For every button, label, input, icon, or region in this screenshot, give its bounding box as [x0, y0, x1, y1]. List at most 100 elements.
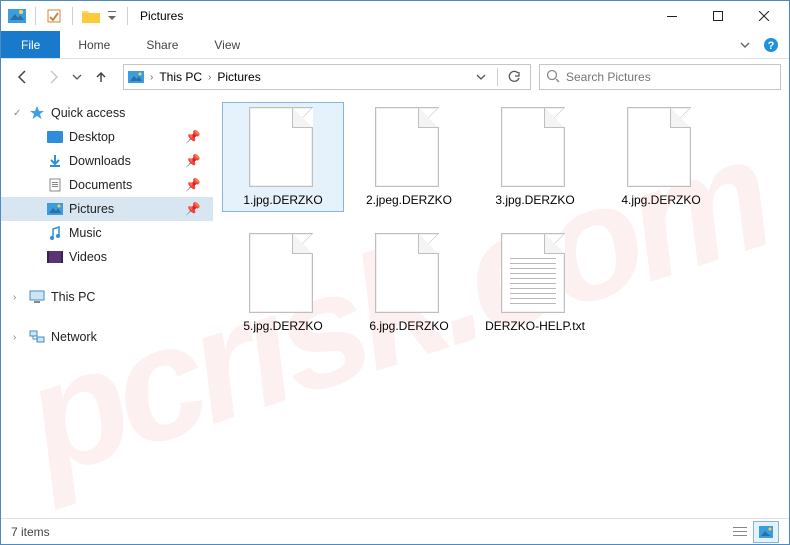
minimize-button[interactable] — [649, 1, 695, 31]
file-item[interactable]: DERZKO-HELP.txt — [475, 229, 595, 337]
pin-icon: 📌 — [185, 202, 201, 217]
files-container: 1.jpg.DERZKO 2.jpeg.DERZKO 3.jpg.DERZKO 4.j… — [223, 103, 779, 337]
sidebar-item-videos[interactable]: Videos — [1, 245, 213, 269]
explorer-window: Pictures File Home Share View ? › This P… — [0, 0, 790, 545]
details-view-button[interactable] — [727, 521, 753, 543]
sidebar-item-network[interactable]: › Network — [1, 325, 213, 349]
properties-icon[interactable] — [44, 6, 64, 26]
file-name-label: 3.jpg.DERZKO — [495, 193, 574, 207]
forward-button[interactable] — [39, 63, 67, 91]
up-button[interactable] — [87, 63, 115, 91]
generic-file-icon — [627, 107, 695, 189]
help-button[interactable]: ? — [759, 31, 783, 58]
sidebar-item-downloads[interactable]: Downloads 📌 — [1, 149, 213, 173]
generic-file-icon — [249, 233, 317, 315]
sidebar-item-label: Downloads — [69, 154, 131, 168]
search-input[interactable] — [566, 70, 774, 84]
navigation-pane: ✓ Quick access Desktop 📌 Downloads 📌 Doc… — [1, 95, 213, 518]
sidebar-item-music[interactable]: Music — [1, 221, 213, 245]
pictures-folder-icon — [7, 6, 27, 26]
generic-file-icon — [375, 107, 443, 189]
tab-share[interactable]: Share — [128, 31, 196, 58]
chevron-down-icon[interactable]: ✓ — [13, 108, 21, 119]
pin-icon: 📌 — [185, 178, 201, 193]
sidebar-item-label: Pictures — [69, 202, 114, 216]
search-box[interactable] — [539, 64, 781, 90]
sidebar-item-label: This PC — [51, 290, 95, 304]
file-item[interactable]: 2.jpeg.DERZKO — [349, 103, 469, 211]
file-item[interactable]: 1.jpg.DERZKO — [223, 103, 343, 211]
sidebar-item-label: Music — [69, 226, 102, 240]
folder-icon[interactable] — [81, 6, 101, 26]
toolbar-separator — [72, 7, 73, 25]
file-name-label: 1.jpg.DERZKO — [243, 193, 322, 207]
file-item[interactable]: 4.jpg.DERZKO — [601, 103, 721, 211]
search-icon — [546, 69, 560, 86]
file-item[interactable]: 6.jpg.DERZKO — [349, 229, 469, 337]
tab-view[interactable]: View — [196, 31, 258, 58]
titlebar: Pictures — [1, 1, 789, 31]
sidebar-item-this-pc[interactable]: › This PC — [1, 285, 213, 309]
refresh-button[interactable] — [502, 66, 526, 88]
chevron-right-icon[interactable]: › — [208, 72, 211, 83]
quick-access-toolbar — [7, 6, 132, 26]
file-tab[interactable]: File — [1, 31, 60, 58]
back-button[interactable] — [9, 63, 37, 91]
sidebar-item-desktop[interactable]: Desktop 📌 — [1, 125, 213, 149]
pin-icon: 📌 — [185, 130, 201, 145]
sidebar-item-label: Network — [51, 330, 97, 344]
qat-dropdown-icon[interactable] — [105, 6, 119, 26]
large-icons-view-button[interactable] — [753, 521, 779, 543]
status-bar: 7 items — [1, 518, 789, 544]
window-title: Pictures — [140, 9, 183, 23]
sidebar-item-quick-access[interactable]: ✓ Quick access — [1, 101, 213, 125]
documents-icon — [47, 177, 63, 193]
svg-text:?: ? — [768, 40, 775, 52]
pin-icon: 📌 — [185, 154, 201, 169]
address-dropdown-icon[interactable] — [469, 66, 493, 88]
toolbar-separator — [35, 7, 36, 25]
star-icon — [29, 105, 45, 121]
address-bar-row: › This PC › Pictures — [1, 59, 789, 95]
breadcrumb-this-pc[interactable]: This PC — [159, 70, 202, 84]
chevron-right-icon[interactable]: › — [150, 72, 153, 83]
generic-file-icon — [375, 233, 443, 315]
pictures-icon — [128, 69, 144, 85]
file-name-label: 2.jpeg.DERZKO — [366, 193, 452, 207]
sidebar-item-documents[interactable]: Documents 📌 — [1, 173, 213, 197]
file-name-label: DERZKO-HELP.txt — [485, 319, 585, 333]
ribbon: File Home Share View ? — [1, 31, 789, 59]
maximize-button[interactable] — [695, 1, 741, 31]
file-name-label: 6.jpg.DERZKO — [369, 319, 448, 333]
sidebar-item-label: Documents — [69, 178, 132, 192]
downloads-icon — [47, 153, 63, 169]
file-item[interactable]: 5.jpg.DERZKO — [223, 229, 343, 337]
desktop-icon — [47, 129, 63, 145]
body: pcrisk.com ✓ Quick access Desktop 📌 Down… — [1, 95, 789, 518]
tab-home[interactable]: Home — [60, 31, 128, 58]
this-pc-icon — [29, 289, 45, 305]
file-name-label: 4.jpg.DERZKO — [621, 193, 700, 207]
music-icon — [47, 225, 63, 241]
address-bar[interactable]: › This PC › Pictures — [123, 64, 531, 90]
recent-locations-button[interactable] — [69, 63, 85, 91]
expand-ribbon-icon[interactable] — [731, 31, 759, 58]
sidebar-item-label: Desktop — [69, 130, 115, 144]
videos-icon — [47, 249, 63, 265]
generic-file-icon — [501, 107, 569, 189]
pictures-icon — [47, 201, 63, 217]
item-count-label: 7 items — [11, 525, 50, 539]
sidebar-item-pictures[interactable]: Pictures 📌 — [1, 197, 213, 221]
file-list[interactable]: 1.jpg.DERZKO 2.jpeg.DERZKO 3.jpg.DERZKO 4.j… — [213, 95, 789, 518]
file-item[interactable]: 3.jpg.DERZKO — [475, 103, 595, 211]
network-icon — [29, 329, 45, 345]
chevron-right-icon[interactable]: › — [13, 292, 16, 303]
chevron-right-icon[interactable]: › — [13, 332, 16, 343]
sidebar-item-label: Videos — [69, 250, 107, 264]
toolbar-separator — [127, 7, 128, 25]
breadcrumb-pictures[interactable]: Pictures — [217, 70, 260, 84]
text-file-icon — [501, 233, 569, 315]
generic-file-icon — [249, 107, 317, 189]
close-button[interactable] — [741, 1, 787, 31]
file-name-label: 5.jpg.DERZKO — [243, 319, 322, 333]
